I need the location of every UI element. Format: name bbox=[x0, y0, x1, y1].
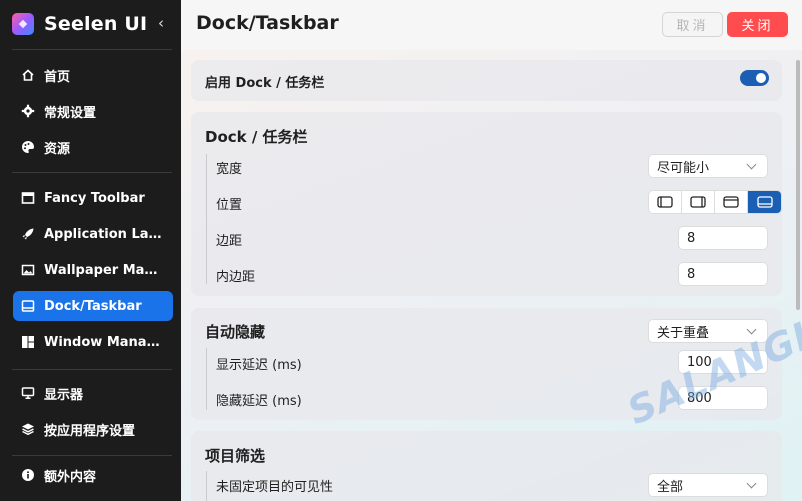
home-icon bbox=[21, 68, 35, 82]
palette-icon bbox=[21, 140, 35, 154]
left-edge-icon bbox=[657, 196, 673, 208]
sidebar-item-general-settings[interactable]: 常规设置 bbox=[13, 96, 173, 126]
app-name: Seelen UI bbox=[44, 13, 148, 35]
group-indent-line bbox=[206, 348, 207, 410]
unpinned-visibility-value: 全部 bbox=[657, 479, 684, 495]
unpinned-visibility-label: 未固定项目的可见性 bbox=[216, 480, 334, 495]
sidebar-item-fancy-toolbar[interactable]: Fancy Toolbar bbox=[13, 183, 173, 213]
sidebar-item-label: Wallpaper Manager bbox=[44, 262, 164, 278]
group-indent-line bbox=[206, 154, 207, 284]
padding-input[interactable]: 8 bbox=[678, 262, 768, 286]
unpinned-visibility-select[interactable]: 全部 bbox=[648, 473, 768, 497]
info-icon bbox=[21, 468, 35, 482]
enable-dock-toggle[interactable] bbox=[740, 70, 769, 86]
sidebar-item-label: Application Launcher bbox=[44, 226, 164, 242]
sidebar-item-label: 首页 bbox=[44, 69, 71, 85]
autohide-mode-value: 关于重叠 bbox=[657, 325, 710, 341]
sidebar-item-dock-taskbar[interactable]: Dock/Taskbar bbox=[13, 291, 173, 321]
sidebar-item-label: 额外内容 bbox=[44, 469, 97, 485]
sidebar-item-label: 资源 bbox=[44, 141, 71, 157]
sidebar-item-label: 按应用程序设置 bbox=[44, 423, 136, 439]
sidebar-item-monitors[interactable]: 显示器 bbox=[13, 378, 173, 408]
position-right-button[interactable] bbox=[682, 191, 715, 213]
scrollbar[interactable] bbox=[796, 60, 800, 310]
page-title: Dock/Taskbar bbox=[196, 12, 339, 34]
autohide-section-title: 自动隐藏 bbox=[205, 323, 266, 341]
seelen-logo-icon bbox=[12, 13, 34, 35]
position-label: 位置 bbox=[216, 198, 243, 213]
sidebar-item-extras[interactable]: 额外内容 bbox=[13, 460, 173, 490]
sidebar-item-label: Fancy Toolbar bbox=[44, 190, 145, 206]
chevron-down-icon bbox=[746, 159, 757, 170]
sidebar-divider bbox=[12, 49, 172, 50]
monitor-icon bbox=[21, 386, 35, 400]
enable-dock-label: 启用 Dock / 任务栏 bbox=[205, 76, 325, 91]
sidebar-divider bbox=[12, 172, 172, 173]
position-left-button[interactable] bbox=[649, 191, 682, 213]
enable-dock-card: 启用 Dock / 任务栏 bbox=[191, 60, 782, 101]
bottom-edge-icon bbox=[756, 196, 773, 208]
position-bottom-button[interactable] bbox=[748, 191, 781, 213]
position-segmented-control bbox=[648, 190, 782, 214]
sidebar-item-label: 显示器 bbox=[44, 387, 84, 403]
right-edge-icon bbox=[690, 196, 706, 208]
toolbar-icon bbox=[21, 191, 35, 205]
width-label: 宽度 bbox=[216, 162, 243, 177]
sidebar-item-application-launcher[interactable]: Application Launcher bbox=[13, 219, 173, 249]
group-indent-line bbox=[206, 471, 207, 501]
toggle-knob bbox=[756, 73, 766, 83]
sidebar-item-app-settings[interactable]: 按应用程序设置 bbox=[13, 414, 173, 444]
position-top-button[interactable] bbox=[715, 191, 748, 213]
dock-icon bbox=[21, 299, 35, 313]
top-edge-icon bbox=[723, 196, 739, 208]
width-select[interactable]: 尽可能小 bbox=[648, 154, 768, 178]
sidebar: Seelen UI ‹ 首页 常规设置 资源 Fancy Toolbar App… bbox=[0, 0, 181, 501]
close-button[interactable]: 关闭 bbox=[727, 12, 788, 37]
chevron-left-icon[interactable]: ‹ bbox=[158, 14, 164, 32]
padding-label: 内边距 bbox=[216, 270, 256, 285]
settings-content[interactable]: 启用 Dock / 任务栏 Dock / 任务栏 宽度 尽可能小 位置 边距 8… bbox=[181, 50, 802, 501]
filter-section-card: 项目筛选 未固定项目的可见性 全部 bbox=[191, 431, 782, 501]
margin-label: 边距 bbox=[216, 234, 243, 249]
margin-input[interactable]: 8 bbox=[678, 226, 768, 250]
header: Dock/Taskbar 取消 关闭 bbox=[181, 0, 802, 50]
hide-delay-label: 隐藏延迟 (ms) bbox=[216, 394, 302, 409]
filter-section-title: 项目筛选 bbox=[205, 447, 266, 465]
wallpaper-icon bbox=[21, 263, 35, 277]
sidebar-divider bbox=[12, 369, 172, 370]
brand: Seelen UI ‹ bbox=[12, 11, 174, 37]
cancel-button[interactable]: 取消 bbox=[662, 12, 723, 37]
layers-icon bbox=[21, 422, 35, 436]
dock-section-title: Dock / 任务栏 bbox=[205, 128, 308, 146]
sidebar-item-window-manager[interactable]: Window Manager bbox=[13, 327, 173, 357]
chevron-down-icon bbox=[746, 478, 757, 489]
sidebar-item-resources[interactable]: 资源 bbox=[13, 132, 173, 162]
sidebar-item-wallpaper-manager[interactable]: Wallpaper Manager bbox=[13, 255, 173, 285]
sidebar-item-label: Dock/Taskbar bbox=[44, 298, 142, 314]
width-select-value: 尽可能小 bbox=[657, 160, 710, 176]
rocket-icon bbox=[21, 227, 35, 241]
window-layout-icon bbox=[21, 335, 35, 349]
gear-icon bbox=[21, 104, 35, 118]
sidebar-divider bbox=[12, 455, 172, 456]
show-delay-label: 显示延迟 (ms) bbox=[216, 358, 302, 373]
sidebar-item-home[interactable]: 首页 bbox=[13, 60, 173, 90]
sidebar-item-label: Window Manager bbox=[44, 334, 164, 350]
sidebar-item-label: 常规设置 bbox=[44, 105, 97, 121]
dock-section-card: Dock / 任务栏 宽度 尽可能小 位置 边距 8 内边距 8 bbox=[191, 112, 782, 296]
